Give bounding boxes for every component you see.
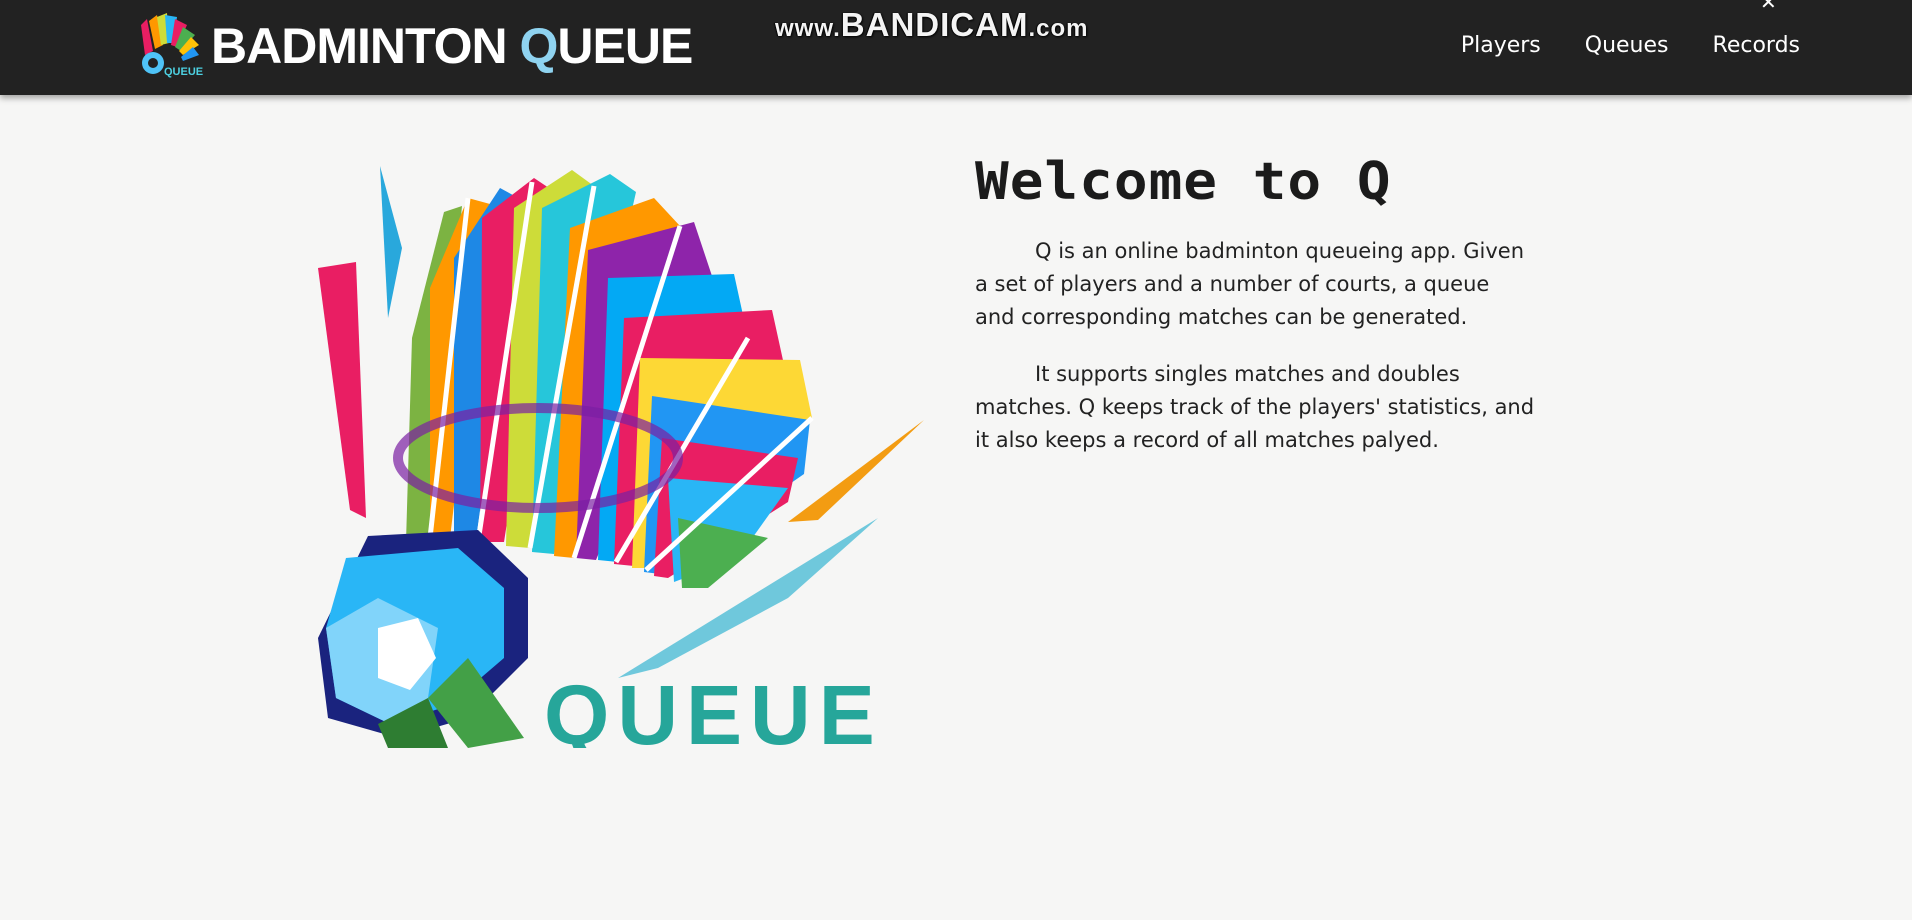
close-icon[interactable]: ✕ [1760, 0, 1777, 14]
features-paragraph: It supports singles matches and doubles … [975, 362, 1535, 452]
nav-records-link[interactable]: Records [1713, 33, 1800, 58]
welcome-heading: Welcome to Q [975, 152, 1392, 212]
svg-text:QUEUE: QUEUE [164, 66, 203, 78]
navbar: QUEUE BADMINTON QUEUE www.BANDICAM.com ✕… [0, 0, 1912, 95]
main-nav: Players Queues Records [1461, 33, 1800, 58]
watermark: www.BANDICAM.com [775, 6, 1089, 43]
welcome-section: Welcome to Q Q is an online badminton qu… [975, 152, 1535, 481]
intro-paragraph: Q is an online badminton queueing app. G… [975, 239, 1525, 329]
nav-players-link[interactable]: Players [1461, 33, 1541, 58]
nav-queues-link[interactable]: Queues [1585, 33, 1669, 58]
brand-title: BADMINTON QUEUE [211, 18, 693, 74]
brand[interactable]: QUEUE BADMINTON QUEUE [133, 11, 693, 81]
svg-text:QUEUE: QUEUE [544, 668, 883, 748]
shuttlecock-logo-icon: QUEUE [141, 13, 203, 78]
hero-shuttlecock-illustration: QUEUE [318, 166, 924, 748]
